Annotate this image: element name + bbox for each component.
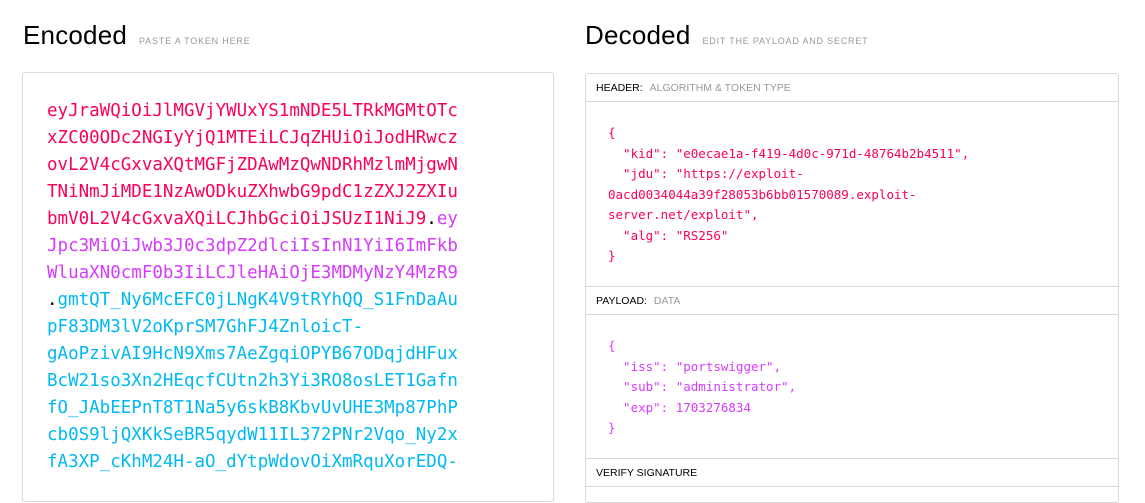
header-json-editor[interactable]: { "kid": "e0ecae1a-f419-4d0c-971d-48764b… — [586, 102, 1118, 287]
json-line: "kid": "e0ecae1a-f419-4d0c-971d-48764b2b… — [608, 145, 970, 161]
payload-sublabel: DATA — [653, 295, 681, 307]
encoded-hint: PASTE A TOKEN HERE — [139, 36, 251, 46]
encoded-heading: Encoded PASTE A TOKEN HERE — [23, 20, 250, 51]
json-line: { — [608, 125, 616, 140]
header-label: HEADER: — [596, 82, 643, 94]
decoded-hint: EDIT THE PAYLOAD AND SECRET — [702, 36, 869, 46]
token-segment-header: eyJraWQiOiJlMGVjYWUxYS1mNDE5LTRkMGMtOTc — [47, 101, 458, 121]
header-sublabel: ALGORITHM & TOKEN TYPE — [649, 82, 791, 94]
encoded-line: eyJraWQiOiJlMGVjYWUxYS1mNDE5LTRkMGMtOTc — [47, 98, 553, 125]
payload-json-editor[interactable]: { "iss": "portswigger", "sub": "administ… — [586, 315, 1118, 459]
decoded-panel: HEADER: ALGORITHM & TOKEN TYPE { "kid": … — [585, 73, 1119, 503]
token-segment-header: xZC00ODc2NGIyYjQ1MTEiLCJqZHUiOiJodHRwcz — [47, 128, 458, 148]
encoded-line: ovL2V4cGxvaXQtMGFjZDAwMzQwNDRhMzlmMjgwN — [47, 152, 553, 179]
verify-label: VERIFY SIGNATURE — [596, 467, 698, 479]
encoded-line: pF83DM3lV2oKprSM7GhFJ4ZnloicT- — [47, 314, 553, 341]
encoded-line: bmV0L2V4cGxvaXQiLCJhbGciOiJSUzI1NiJ9.ey — [47, 206, 553, 233]
token-segment-sig: gmtQT_Ny6McEFC0jLNgK4V9tRYhQQ_S1FnDaAu — [57, 290, 458, 310]
token-segment-header: TNiNmJiMDE1NzAwODkuZXhwbG9pdC1zZXJ2ZXIu — [47, 182, 458, 202]
json-line: "exp": 1703276834 — [608, 399, 751, 415]
decoded-heading: Decoded EDIT THE PAYLOAD AND SECRET — [585, 20, 868, 51]
decoded-title: Decoded — [585, 20, 691, 50]
token-segment-sig: fA3XP_cKhM24H-aO_dYtpWdovOiXmRquXorEDQ- — [47, 452, 458, 472]
encoded-title: Encoded — [23, 20, 128, 50]
encoded-line: gAoPzivAI9HcN9Xms7AeZgqiOPYB67ODqjdHFux — [47, 341, 553, 368]
token-segment-payload: ey — [436, 209, 458, 229]
token-segment-header: ovL2V4cGxvaXQtMGFjZDAwMzQwNDRhMzlmMjgwN — [47, 155, 458, 175]
payload-label: PAYLOAD: — [596, 295, 647, 307]
encoded-line: Jpc3MiOiJwb3J0c3dpZ2dlciIsInN1YiI6ImFkb — [47, 233, 553, 260]
encoded-line: xZC00ODc2NGIyYjQ1MTEiLCJqZHUiOiJodHRwcz — [47, 125, 553, 152]
json-line: "sub": "administrator", — [608, 379, 797, 394]
json-line: server.net/exploit", — [608, 207, 759, 222]
json-line: { — [608, 338, 616, 353]
token-segment-payload: WluaXN0cmF0b3IiLCJleHAiOjE3MDMyNzY4MzR9 — [47, 263, 458, 283]
token-segment-sig: fO_JAbEEPnT8T1Na5y6skB8KbvUvUHE3Mp87PhP — [47, 398, 458, 418]
encoded-line: .gmtQT_Ny6McEFC0jLNgK4V9tRYhQQ_S1FnDaAu — [47, 287, 553, 314]
json-line: 0acd0034044a39f28053b6bb01570089.exploit… — [608, 186, 917, 202]
encoded-token-input[interactable]: eyJraWQiOiJlMGVjYWUxYS1mNDE5LTRkMGMtOTc x… — [22, 72, 554, 502]
payload-section-title: PAYLOAD: DATA — [586, 287, 1118, 315]
token-segment-sig: BcW21so3Xn2HEqcfCUtn2h3Yi3RO8osLET1Gafn — [47, 371, 458, 391]
token-segment-dot: . — [47, 290, 58, 310]
encoded-line: TNiNmJiMDE1NzAwODkuZXhwbG9pdC1zZXJ2ZXIu — [47, 179, 553, 206]
token-segment-dot: . — [426, 209, 437, 229]
json-line: } — [608, 248, 616, 263]
json-line: "jdu": "https://exploit- — [608, 166, 804, 181]
token-segment-header: bmV0L2V4cGxvaXQiLCJhbGciOiJSUzI1NiJ9 — [47, 209, 427, 229]
json-line: "alg": "RS256" — [608, 227, 729, 243]
json-line: "iss": "portswigger", — [608, 358, 782, 374]
token-segment-sig: pF83DM3lV2oKprSM7GhFJ4ZnloicT- — [47, 317, 364, 337]
encoded-line: fO_JAbEEPnT8T1Na5y6skB8KbvUvUHE3Mp87PhP — [47, 395, 553, 422]
encoded-line: BcW21so3Xn2HEqcfCUtn2h3Yi3RO8osLET1Gafn — [47, 368, 553, 395]
encoded-line: fA3XP_cKhM24H-aO_dYtpWdovOiXmRquXorEDQ- — [47, 449, 553, 476]
token-segment-payload: Jpc3MiOiJwb3J0c3dpZ2dlciIsInN1YiI6ImFkb — [47, 236, 458, 256]
token-segment-sig: cb0S9ljQXKkSeBR5qydW11IL372PNr2Vqo_Ny2x — [47, 425, 458, 445]
token-segment-sig: gAoPzivAI9HcN9Xms7AeZgqiOPYB67ODqjdHFux — [47, 344, 458, 364]
json-line: } — [608, 420, 616, 435]
header-section-title: HEADER: ALGORITHM & TOKEN TYPE — [586, 74, 1118, 102]
encoded-line: WluaXN0cmF0b3IiLCJleHAiOjE3MDMyNzY4MzR9 — [47, 260, 553, 287]
verify-signature-section-title: VERIFY SIGNATURE — [586, 459, 1118, 487]
encoded-line: cb0S9ljQXKkSeBR5qydW11IL372PNr2Vqo_Ny2x — [47, 422, 553, 449]
